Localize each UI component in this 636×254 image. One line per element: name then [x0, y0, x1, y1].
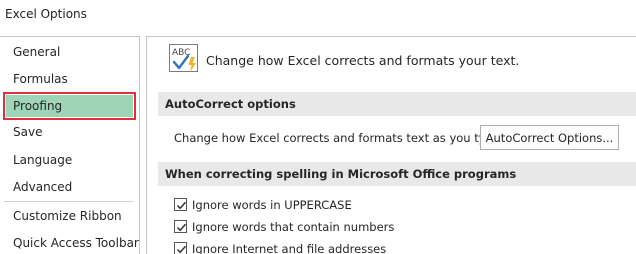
sidebar-nav: General Formulas Proofing Save Language …	[0, 36, 140, 254]
section-title: AutoCorrect options	[165, 97, 296, 111]
checkmark-icon	[176, 223, 187, 232]
checkbox[interactable]	[174, 220, 187, 233]
autocorrect-label: Change how Excel corrects and formats te…	[174, 131, 504, 145]
sidebar-item-formulas[interactable]: Formulas	[13, 72, 68, 86]
checkbox[interactable]	[174, 198, 187, 211]
sidebar-item-quick-access-toolbar[interactable]: Quick Access Toolbar	[13, 236, 139, 250]
option-label: Ignore Internet and file addresses	[192, 242, 387, 254]
sidebar-divider	[4, 201, 134, 202]
sidebar-item-save[interactable]: Save	[13, 125, 42, 139]
section-title: When correcting spelling in Microsoft Of…	[165, 167, 517, 181]
sidebar-item-advanced[interactable]: Advanced	[13, 180, 72, 194]
window-title: Excel Options	[5, 7, 87, 21]
checkmark-icon	[176, 201, 187, 210]
spelling-section-header: When correcting spelling in Microsoft Of…	[158, 162, 636, 186]
sidebar-item-customize-ribbon[interactable]: Customize Ribbon	[13, 209, 122, 223]
main-panel: ABC Change how Excel corrects and format…	[146, 36, 636, 254]
option-label: Ignore words that contain numbers	[192, 220, 395, 234]
sidebar-item-language[interactable]: Language	[13, 153, 72, 167]
checkbox[interactable]	[174, 242, 187, 254]
sidebar-item-proofing[interactable]: Proofing	[3, 92, 136, 120]
autocorrect-options-button[interactable]: AutoCorrect Options...	[480, 125, 619, 150]
sidebar-item-general[interactable]: General	[13, 45, 60, 59]
autocorrect-section-header: AutoCorrect options	[158, 92, 636, 116]
sidebar-item-label: Proofing	[13, 99, 63, 113]
checkmark-icon	[176, 245, 187, 254]
page-description: Change how Excel corrects and formats yo…	[206, 53, 520, 68]
abc-check-icon: ABC	[169, 44, 199, 74]
option-label: Ignore words in UPPERCASE	[192, 198, 352, 212]
